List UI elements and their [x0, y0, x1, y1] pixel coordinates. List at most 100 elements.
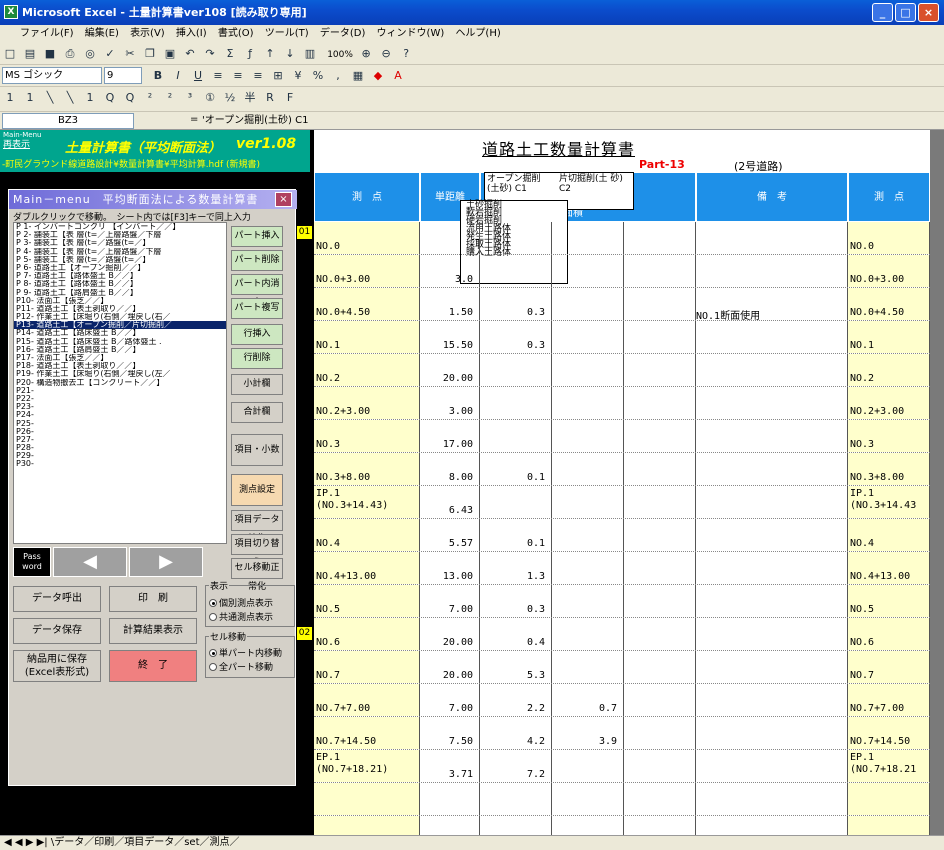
paste-icon[interactable]: ▣ — [162, 46, 178, 62]
result-button[interactable]: 計算結果表示 — [109, 618, 197, 644]
end-button[interactable]: 終 了 — [109, 650, 197, 682]
cell-move-normalize-button[interactable]: セル移動正常化 — [231, 558, 283, 592]
open-icon[interactable]: ▤ — [22, 46, 38, 62]
part-list-item[interactable]: P27- — [14, 436, 226, 444]
align-right-icon[interactable]: ≡ — [250, 68, 266, 84]
part-list-item[interactable]: P14- 道路土工【路床盛土 B／／】 — [14, 329, 226, 337]
cell-note[interactable] — [696, 783, 848, 815]
col-c2-header[interactable]: 片切掘削(土 砂) C2 — [559, 174, 629, 194]
display-individual-radio[interactable]: 個別測点表示 — [209, 596, 273, 609]
cell-distance[interactable]: 15.50 — [420, 321, 480, 353]
superscript3-icon[interactable]: ³ — [182, 90, 198, 106]
redisplay-link[interactable]: 再表示 — [3, 141, 30, 150]
item-data-edit-button[interactable]: 項目データ編集 — [231, 510, 283, 544]
cell-station-right[interactable]: NO.6 — [848, 618, 930, 650]
part-list-item[interactable]: P15- 道路土工【路床盛土 B／路体盛土 . — [14, 338, 226, 346]
copy-icon[interactable]: ❐ — [142, 46, 158, 62]
cell-c1[interactable] — [480, 486, 552, 518]
cell-area[interactable] — [624, 453, 696, 485]
part-list-item[interactable]: P19- 作業土工【床堀り(右側／埋戻し(左／ — [14, 370, 226, 378]
save-icon[interactable]: ■ — [42, 46, 58, 62]
cell-distance[interactable]: 3.00 — [420, 387, 480, 419]
cell-station[interactable]: NO.7+7.00 — [314, 684, 420, 716]
redo-icon[interactable]: ↷ — [202, 46, 218, 62]
cell-area[interactable] — [624, 519, 696, 551]
cell-note[interactable] — [696, 651, 848, 683]
superscript-icon[interactable]: ² — [142, 90, 158, 106]
cell-note[interactable] — [696, 486, 848, 518]
menu-edit[interactable]: 編集(E) — [85, 28, 119, 39]
part-list-item[interactable]: P 7- 道路土工【路体盛土 B／／】 — [14, 272, 226, 280]
cell-distance[interactable]: 20.00 — [420, 651, 480, 683]
part-list-item[interactable]: P23- — [14, 403, 226, 411]
new-icon[interactable]: □ — [2, 46, 18, 62]
cell-area[interactable] — [624, 783, 696, 815]
menu-file[interactable]: ファイル(F) — [20, 28, 74, 39]
cell-c1[interactable] — [480, 816, 552, 835]
circle-one-icon[interactable]: ① — [202, 90, 218, 106]
item-switch-button[interactable]: 項目切り替え — [231, 534, 283, 568]
cell-c1[interactable]: 4.2 — [480, 717, 552, 749]
cell-station-right[interactable]: EP.1 (NO.7+18.21 — [848, 750, 930, 782]
export-button[interactable]: 納品用に保存 (Excel表形式) — [13, 650, 101, 682]
border-icon[interactable]: ▦ — [350, 68, 366, 84]
cell-area[interactable] — [624, 288, 696, 320]
font-select[interactable]: MS ゴシック — [2, 67, 102, 84]
cell-station[interactable]: NO.4+13.00 — [314, 552, 420, 584]
cell-distance[interactable] — [420, 783, 480, 815]
cell-note[interactable] — [696, 519, 848, 551]
cell-station[interactable]: NO.0 — [314, 222, 420, 254]
percent-icon[interactable]: % — [310, 68, 326, 84]
cell-note[interactable] — [696, 222, 848, 254]
part-list-item[interactable]: P 2- 舗装工【表 層(t=／上層路盤／下層 — [14, 231, 226, 239]
cell-area[interactable] — [624, 354, 696, 386]
cell-station-right[interactable]: NO.7+7.00 — [848, 684, 930, 716]
cell-c2[interactable] — [552, 552, 624, 584]
cell-c1[interactable]: 0.4 — [480, 618, 552, 650]
close-button[interactable]: × — [918, 3, 939, 22]
cell-note[interactable] — [696, 321, 848, 353]
formula-input[interactable]: 'オープン掘削(土砂) C1 — [202, 114, 308, 128]
menu-data[interactable]: データ(D) — [320, 28, 366, 39]
sheet-tabs[interactable]: ◀ ◀ ▶ ▶| \データ／印刷／項目データ／set／測点／ — [0, 837, 240, 848]
part-list-item[interactable]: P29- — [14, 452, 226, 460]
merge-icon[interactable]: ⊞ — [270, 68, 286, 84]
cell-area[interactable] — [624, 552, 696, 584]
part-list-item[interactable]: P13- 道路土工【オープン掘削／片切掘削／ — [14, 321, 226, 330]
cell-distance[interactable]: 3.71 — [420, 750, 480, 782]
yen-icon[interactable]: 半 — [242, 90, 258, 106]
sort-asc-icon[interactable]: ↑ — [262, 46, 278, 62]
password-button[interactable]: Pass word — [13, 547, 51, 577]
cell-station[interactable]: EP.1 (NO.7+18.21) — [314, 750, 420, 782]
cell-station-right[interactable]: NO.0+3.00 — [848, 255, 930, 287]
row-delete-button[interactable]: 行削除 — [231, 348, 283, 369]
part-list-item[interactable]: P17- 法面工【張芝／／】 — [14, 354, 226, 362]
cell-station-right[interactable]: NO.3+8.00 — [848, 453, 930, 485]
cell-note[interactable] — [696, 585, 848, 617]
maximize-button[interactable]: □ — [895, 3, 916, 22]
part-copy-button[interactable]: パート複写 — [231, 298, 283, 319]
zoom-select[interactable]: 100% — [327, 50, 353, 60]
cell-station-right[interactable]: NO.7+14.50 — [848, 717, 930, 749]
cell-area[interactable] — [624, 486, 696, 518]
cell-c2[interactable] — [552, 453, 624, 485]
cell-station-right[interactable] — [848, 783, 930, 815]
data-load-button[interactable]: データ呼出 — [13, 586, 101, 612]
minimize-button[interactable]: _ — [872, 3, 893, 22]
cell-c1[interactable]: 0.3 — [480, 585, 552, 617]
vertical-scrollbar[interactable] — [930, 130, 944, 835]
cell-c1[interactable]: 7.2 — [480, 750, 552, 782]
zoom-tool2-icon[interactable]: Q — [122, 90, 138, 106]
part-list-item[interactable]: P12- 作業土工【床堀り(右側／埋戻し(右／ — [14, 313, 226, 321]
cell-c1[interactable]: 1.3 — [480, 552, 552, 584]
station-setting-button[interactable]: 測点設定 — [231, 474, 283, 506]
fill-color-icon[interactable]: ◆ — [370, 68, 386, 84]
cell-area[interactable] — [624, 321, 696, 353]
move-all-radio[interactable]: 全パート移動 — [209, 660, 273, 673]
cell-area[interactable] — [624, 717, 696, 749]
bold-icon[interactable]: B — [150, 68, 166, 84]
cell-c1[interactable]: 0.1 — [480, 519, 552, 551]
underline-icon[interactable]: U — [190, 68, 206, 84]
menu-help[interactable]: ヘルプ(H) — [455, 28, 500, 39]
cell-c2[interactable] — [552, 354, 624, 386]
